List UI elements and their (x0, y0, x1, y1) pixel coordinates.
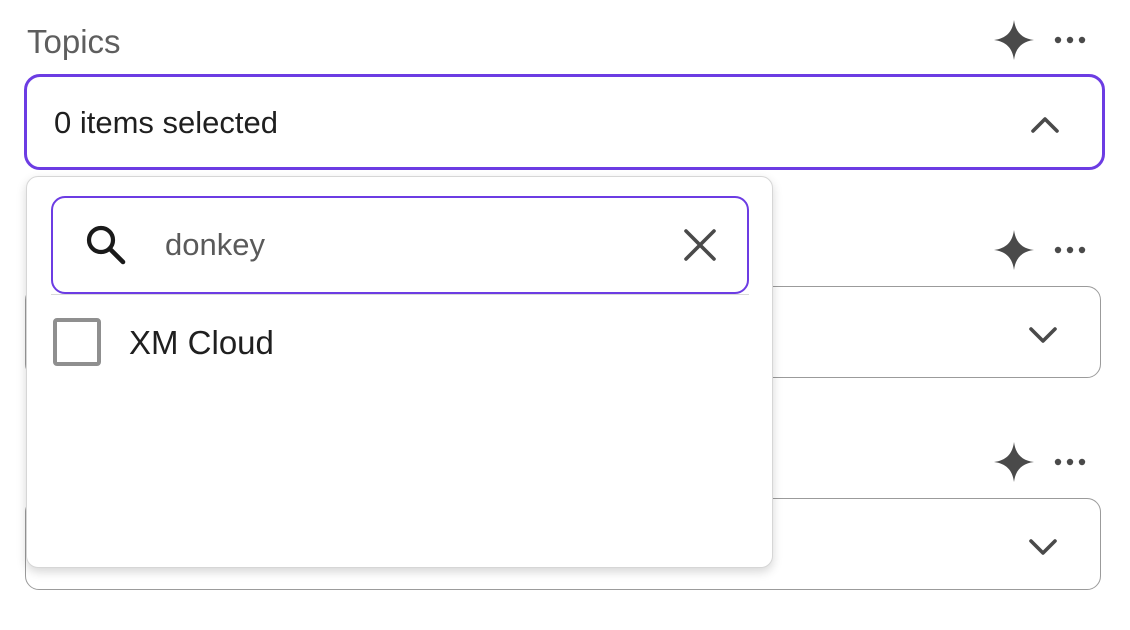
topics-select-value: 0 items selected (54, 105, 278, 140)
option-label: XM Cloud (129, 324, 274, 361)
field-actions-topics (992, 18, 1092, 66)
list-item[interactable]: XM Cloud (51, 315, 749, 371)
sparkle-icon[interactable] (992, 440, 1036, 484)
sparkle-icon[interactable] (992, 18, 1036, 62)
dropdown-divider (51, 294, 749, 295)
more-horizontal-icon[interactable] (1054, 454, 1086, 470)
search-input[interactable] (165, 220, 665, 270)
option-checkbox[interactable] (53, 318, 101, 366)
topics-form: Topics 0 items selected donkey XM Cloud (0, 0, 1130, 630)
field-actions-3 (992, 440, 1092, 488)
field-actions-2 (992, 228, 1092, 276)
sparkle-icon[interactable] (992, 228, 1036, 272)
search-icon (86, 225, 126, 265)
topics-select[interactable]: 0 items selected (24, 74, 1105, 170)
chevron-down-icon[interactable] (1026, 317, 1060, 351)
more-horizontal-icon[interactable] (1054, 32, 1086, 48)
field-label-topics: Topics (27, 23, 121, 60)
chevron-down-icon[interactable] (1026, 529, 1060, 563)
more-horizontal-icon[interactable] (1054, 242, 1086, 258)
topics-dropdown-panel: XM Cloud (26, 176, 773, 568)
topics-search-field[interactable] (51, 196, 749, 294)
close-icon[interactable] (681, 226, 719, 264)
chevron-up-icon[interactable] (1028, 107, 1062, 141)
